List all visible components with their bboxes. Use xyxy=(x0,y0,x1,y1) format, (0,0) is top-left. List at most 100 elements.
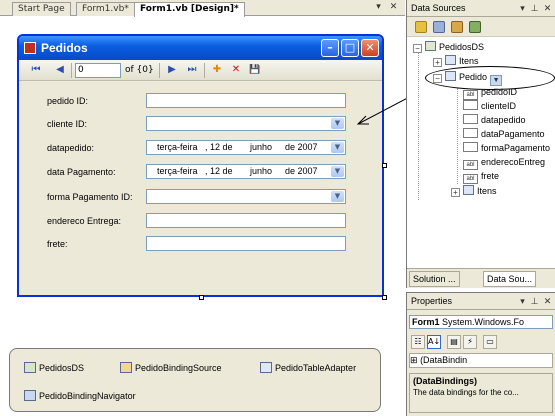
tree-field-formapagamento[interactable]: formaPagamento xyxy=(463,142,550,155)
data-pagamento-picker[interactable]: terça-feira , 12 de junho de 2007 ▼ xyxy=(146,164,346,179)
tree-field-clienteid[interactable]: clienteID xyxy=(463,100,516,113)
pin-icon[interactable]: ⊥ xyxy=(529,3,540,14)
dropdown-icon[interactable]: ▾ xyxy=(517,3,528,14)
alphabetical-icon[interactable]: A↓ xyxy=(427,335,441,349)
tree-node-pedidosds[interactable]: − PedidosDS xyxy=(413,41,484,54)
component-tray: PedidosDS PedidoBindingSource PedidoTabl… xyxy=(9,348,381,412)
tab-close-icon[interactable]: ✕ xyxy=(388,2,399,13)
properties-icon[interactable]: ▤ xyxy=(447,335,461,349)
move-previous-icon[interactable]: ◀ xyxy=(53,63,67,77)
form-pedidos[interactable]: Pedidos – □ ✕ ⏮ ◀ 0 of {0} ▶ ⏭ ✚ ✕ 💾 ped… xyxy=(17,34,384,297)
save-icon[interactable]: 💾 xyxy=(248,63,262,77)
tree-field-pedidoid[interactable]: abl pedidoID xyxy=(463,86,517,100)
cliente-id-label: cliente ID: xyxy=(47,119,88,129)
collapse-icon[interactable]: − xyxy=(413,44,422,53)
chevron-down-icon[interactable]: ▼ xyxy=(331,166,344,177)
tab-form1-code[interactable]: Form1.vb* xyxy=(76,2,135,16)
minimize-button[interactable]: – xyxy=(321,39,339,57)
dropdown-icon[interactable]: ▾ xyxy=(517,296,528,307)
tree-field-label: dataPagamento xyxy=(481,129,545,139)
table-icon xyxy=(463,185,474,195)
textbox-field-icon: abl xyxy=(463,160,478,170)
property-grid-row[interactable]: ⊞ (DataBindin xyxy=(409,353,553,368)
tray-item-binding-navigator[interactable]: PedidoBindingNavigator xyxy=(24,389,136,403)
date-day: , 12 de xyxy=(205,166,233,176)
tree-guide-line xyxy=(457,88,458,184)
move-last-icon[interactable]: ⏭ xyxy=(185,63,199,77)
tray-item-label: PedidoBindingNavigator xyxy=(39,391,136,401)
tab-solution-explorer[interactable]: Solution ... xyxy=(409,271,460,287)
tab-data-sources[interactable]: Data Sou... xyxy=(483,271,537,287)
form-title-bar[interactable]: Pedidos – □ ✕ xyxy=(19,36,382,60)
tree-field-datapagamento[interactable]: dataPagamento xyxy=(463,128,545,141)
nav-separator xyxy=(159,63,160,78)
edit-dataset-icon[interactable] xyxy=(433,21,445,33)
close-button[interactable]: ✕ xyxy=(361,39,379,57)
tray-item-label: PedidoTableAdapter xyxy=(275,363,357,373)
configure-dataset-icon[interactable] xyxy=(451,21,463,33)
tree-guide-line xyxy=(418,50,419,200)
datetime-field-icon xyxy=(463,114,478,124)
property-pages-icon[interactable]: ▭ xyxy=(483,335,497,349)
datapedido-picker[interactable]: terça-feira , 12 de junho de 2007 ▼ xyxy=(146,140,346,155)
chevron-down-icon[interactable]: ▼ xyxy=(331,191,344,202)
form-title: Pedidos xyxy=(41,41,88,55)
categorized-icon[interactable]: ☷ xyxy=(411,335,425,349)
close-icon[interactable]: ✕ xyxy=(542,296,553,307)
chevron-down-icon[interactable]: ▼ xyxy=(331,118,344,129)
date-year: de 2007 xyxy=(285,142,318,152)
tree-field-frete[interactable]: abl frete xyxy=(463,170,500,184)
nav-separator xyxy=(204,63,205,78)
tree-field-label: datapedido xyxy=(481,115,526,125)
tree-node-label: Itens xyxy=(459,56,479,66)
panel-title: Properties xyxy=(411,296,453,306)
pedido-id-input[interactable] xyxy=(146,93,346,108)
table-adapter-icon xyxy=(260,362,272,373)
pedido-id-label: pedido ID: xyxy=(47,96,89,106)
delete-icon[interactable]: ✕ xyxy=(229,63,243,77)
tray-item-pedidosds[interactable]: PedidosDS xyxy=(24,361,84,375)
endereco-entrega-input[interactable] xyxy=(146,213,346,228)
date-year: de 2007 xyxy=(285,166,318,176)
frete-label: frete: xyxy=(47,239,68,249)
resize-handle[interactable] xyxy=(382,295,387,300)
cliente-id-combo[interactable]: ▼ xyxy=(146,116,346,131)
tree-field-enderecoentrega[interactable]: abl enderecoEntreg xyxy=(463,156,546,170)
object-selector[interactable]: Form1 System.Windows.Fo xyxy=(409,315,553,329)
pin-icon[interactable]: ⊥ xyxy=(529,296,540,307)
expand-icon[interactable]: + xyxy=(433,58,442,67)
binding-navigator-icon xyxy=(24,390,36,401)
add-data-source-icon[interactable] xyxy=(415,21,427,33)
move-next-icon[interactable]: ▶ xyxy=(165,63,179,77)
tree-field-datapedido[interactable]: datapedido xyxy=(463,114,526,127)
tree-node-itens-child[interactable]: + Itens xyxy=(451,185,497,198)
add-new-icon[interactable]: ✚ xyxy=(210,63,224,77)
refresh-icon[interactable] xyxy=(469,21,481,33)
datetime-field-icon xyxy=(463,128,478,138)
expand-icon[interactable]: + xyxy=(451,188,460,197)
tree-field-label: enderecoEntreg xyxy=(481,157,546,167)
tab-dropdown-icon[interactable]: ▾ xyxy=(373,2,384,13)
date-day: , 12 de xyxy=(205,142,233,152)
expand-icon[interactable]: ⊞ xyxy=(410,355,418,365)
chevron-down-icon[interactable]: ▼ xyxy=(331,142,344,153)
frete-input[interactable] xyxy=(146,236,346,251)
forma-pagamento-id-combo[interactable]: ▼ xyxy=(146,189,346,204)
tab-start-page[interactable]: Start Page xyxy=(12,2,71,16)
move-first-icon[interactable]: ⏮ xyxy=(29,63,43,77)
tab-form1-design[interactable]: Form1.vb [Design]* xyxy=(134,2,245,17)
panel-title: Data Sources xyxy=(411,3,466,13)
resize-handle[interactable] xyxy=(382,163,387,168)
close-icon[interactable]: ✕ xyxy=(542,3,553,14)
tree-field-label: frete xyxy=(481,171,500,181)
tray-item-binding-source[interactable]: PedidoBindingSource xyxy=(120,361,222,375)
designer-panel: Start Page Form1.vb* Form1.vb [Design]* … xyxy=(0,0,439,416)
date-weekday: terça-feira xyxy=(157,142,198,152)
tray-item-table-adapter[interactable]: PedidoTableAdapter xyxy=(260,361,356,375)
property-name: (DataBindin xyxy=(420,355,468,365)
position-input[interactable]: 0 xyxy=(75,63,121,78)
date-month: junho xyxy=(250,142,273,152)
events-icon[interactable]: ⚡ xyxy=(463,335,477,349)
resize-handle[interactable] xyxy=(199,295,204,300)
maximize-button[interactable]: □ xyxy=(341,39,359,57)
